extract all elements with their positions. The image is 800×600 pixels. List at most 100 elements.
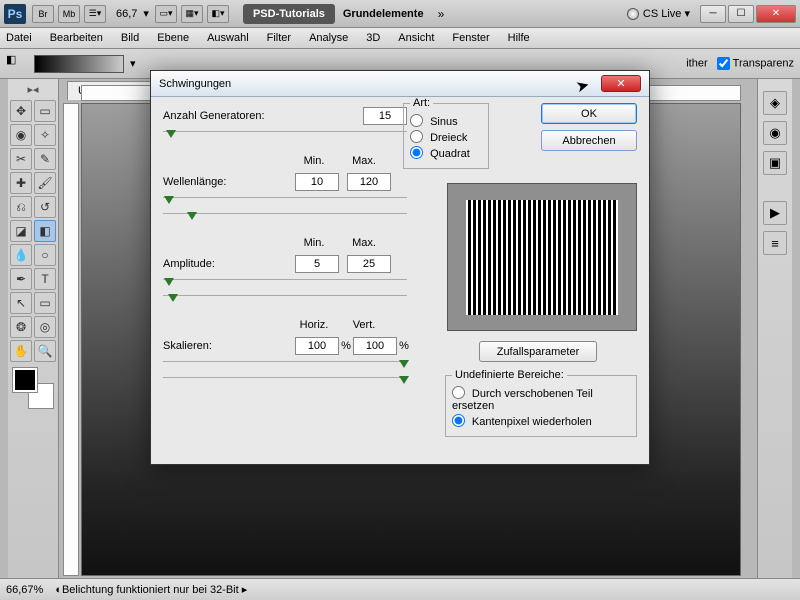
status-bar: 66,67% ◐ Belichtung funktioniert nur bei… (0, 578, 800, 600)
randomize-button[interactable]: Zufallsparameter (479, 341, 597, 362)
menu-bar: Datei Bearbeiten Bild Ebene Auswahl Filt… (0, 28, 800, 49)
hand-tool[interactable]: ✋ (10, 340, 32, 362)
menu-datei[interactable]: Datei (6, 32, 32, 44)
preview-image (466, 200, 618, 315)
transparenz-label: Transparenz (733, 57, 794, 69)
title-bar: Ps Br Mb ☰▾ 66,7▾ ▭▾ ▦▾ ◧▾ PSD-Tutorials… (0, 0, 800, 28)
panel-grip-icon[interactable]: ▸◂ (10, 83, 56, 96)
3d-tool[interactable]: ❂ (10, 316, 32, 338)
zoom-tool[interactable]: 🔍 (34, 340, 56, 362)
scale-vert-slider[interactable] (163, 377, 407, 389)
generators-label: Anzahl Generatoren: (163, 110, 273, 122)
generators-slider[interactable] (163, 131, 407, 143)
scale-vert-input[interactable] (353, 337, 397, 355)
status-zoom[interactable]: 66,67% (6, 584, 43, 596)
paths-panel-icon[interactable]: ▣ (763, 151, 787, 175)
arrange-button[interactable]: ▦▾ (181, 5, 203, 23)
app-logo: Ps (4, 4, 26, 24)
type-legend: Art: (410, 97, 433, 109)
foreground-color[interactable] (13, 368, 37, 392)
gradient-tool-preset[interactable]: ◧ (6, 53, 34, 75)
minibridge-button[interactable]: Mb (58, 5, 80, 23)
status-menu-icon[interactable]: ▸ (239, 583, 248, 596)
amplitude-max-input[interactable] (347, 255, 391, 273)
menu-fenster[interactable]: Fenster (452, 32, 489, 44)
pen-tool[interactable]: ✒ (10, 268, 32, 290)
scale-horiz-input[interactable] (295, 337, 339, 355)
menu-ebene[interactable]: Ebene (157, 32, 189, 44)
menu-3d[interactable]: 3D (366, 32, 380, 44)
amplitude-label: Amplitude: (163, 258, 273, 270)
type-group: Art: Sinus Dreieck Quadrat (403, 103, 489, 169)
workspace-tab[interactable]: Grundelemente (335, 4, 432, 24)
max-label-2: Max. (339, 237, 389, 249)
layers-panel-icon[interactable]: ◈ (763, 91, 787, 115)
blur-tool[interactable]: 💧 (10, 244, 32, 266)
generators-input[interactable] (363, 107, 407, 125)
healing-tool[interactable]: ✚ (10, 172, 32, 194)
minimize-button[interactable]: ─ (700, 5, 726, 23)
brush-tool[interactable]: 🖌 (34, 172, 56, 194)
type-quadrat[interactable]: Quadrat (410, 146, 482, 160)
dodge-tool[interactable]: ○ (34, 244, 56, 266)
dialog-close-button[interactable]: ✕ (601, 75, 641, 92)
marquee-tool[interactable]: ▭ (34, 100, 56, 122)
eyedropper-tool[interactable]: ✎ (34, 148, 56, 170)
view-extras-button[interactable]: ☰▾ (84, 5, 106, 23)
history-brush-tool[interactable]: ↺ (34, 196, 56, 218)
lasso-tool[interactable]: ◉ (10, 124, 32, 146)
menu-analyse[interactable]: Analyse (309, 32, 348, 44)
wavelength-max-slider[interactable] (163, 213, 407, 225)
eraser-tool[interactable]: ◪ (10, 220, 32, 242)
stamp-tool[interactable]: ⎌ (10, 196, 32, 218)
wavelength-min-input[interactable] (295, 173, 339, 191)
type-tool[interactable]: T (34, 268, 56, 290)
menu-ansicht[interactable]: Ansicht (398, 32, 434, 44)
workspace-tab-active[interactable]: PSD-Tutorials (243, 4, 335, 24)
transparenz-checkbox[interactable] (717, 57, 730, 70)
menu-filter[interactable]: Filter (267, 32, 291, 44)
move-tool[interactable]: ✥ (10, 100, 32, 122)
undefined-repeat[interactable]: Kantenpixel wiederholen (452, 414, 630, 428)
cancel-button[interactable]: Abbrechen (541, 130, 637, 151)
undefined-legend: Undefinierte Bereiche: (452, 369, 567, 381)
swatches-button[interactable]: ◧▾ (207, 5, 229, 23)
dialog-title-bar[interactable]: Schwingungen ✕ (151, 71, 649, 97)
scale-label: Skalieren: (163, 340, 273, 352)
menu-auswahl[interactable]: Auswahl (207, 32, 249, 44)
shape-tool[interactable]: ▭ (34, 292, 56, 314)
vert-label: Vert. (339, 319, 389, 331)
amplitude-min-input[interactable] (295, 255, 339, 273)
screen-mode-button[interactable]: ▭▾ (155, 5, 177, 23)
undefined-wrap[interactable]: Durch verschobenen Teil ersetzen (452, 386, 630, 412)
color-swatches[interactable] (13, 368, 53, 408)
type-sinus[interactable]: Sinus (410, 114, 482, 128)
channels-panel-icon[interactable]: ◉ (763, 121, 787, 145)
ok-button[interactable]: OK (541, 103, 637, 124)
menu-hilfe[interactable]: Hilfe (508, 32, 530, 44)
menu-bild[interactable]: Bild (121, 32, 139, 44)
menu-bearbeiten[interactable]: Bearbeiten (50, 32, 103, 44)
path-tool[interactable]: ↖ (10, 292, 32, 314)
zoom-field[interactable]: 66,7 (116, 8, 137, 20)
wavelength-min-slider[interactable] (163, 197, 407, 209)
actions-panel-icon[interactable]: ≡ (763, 231, 787, 255)
3d-camera-tool[interactable]: ◎ (34, 316, 56, 338)
type-dreieck[interactable]: Dreieck (410, 130, 482, 144)
bridge-button[interactable]: Br (32, 5, 54, 23)
gradient-tool[interactable]: ◧ (34, 220, 56, 242)
wand-tool[interactable]: ✧ (34, 124, 56, 146)
scale-horiz-slider[interactable] (163, 361, 407, 373)
gradient-preview[interactable] (34, 55, 124, 73)
wavelength-max-input[interactable] (347, 173, 391, 191)
crop-tool[interactable]: ✂ (10, 148, 32, 170)
close-button[interactable]: ✕ (756, 5, 796, 23)
maximize-button[interactable]: ☐ (728, 5, 754, 23)
amplitude-min-slider[interactable] (163, 279, 407, 291)
amplitude-max-slider[interactable] (163, 295, 407, 307)
dialog-title: Schwingungen (159, 78, 231, 90)
cs-live[interactable]: CS Live ▾ (627, 7, 690, 20)
min-label: Min. (289, 155, 339, 167)
more-workspaces-icon[interactable]: » (438, 7, 445, 21)
history-panel-icon[interactable]: ▶ (763, 201, 787, 225)
